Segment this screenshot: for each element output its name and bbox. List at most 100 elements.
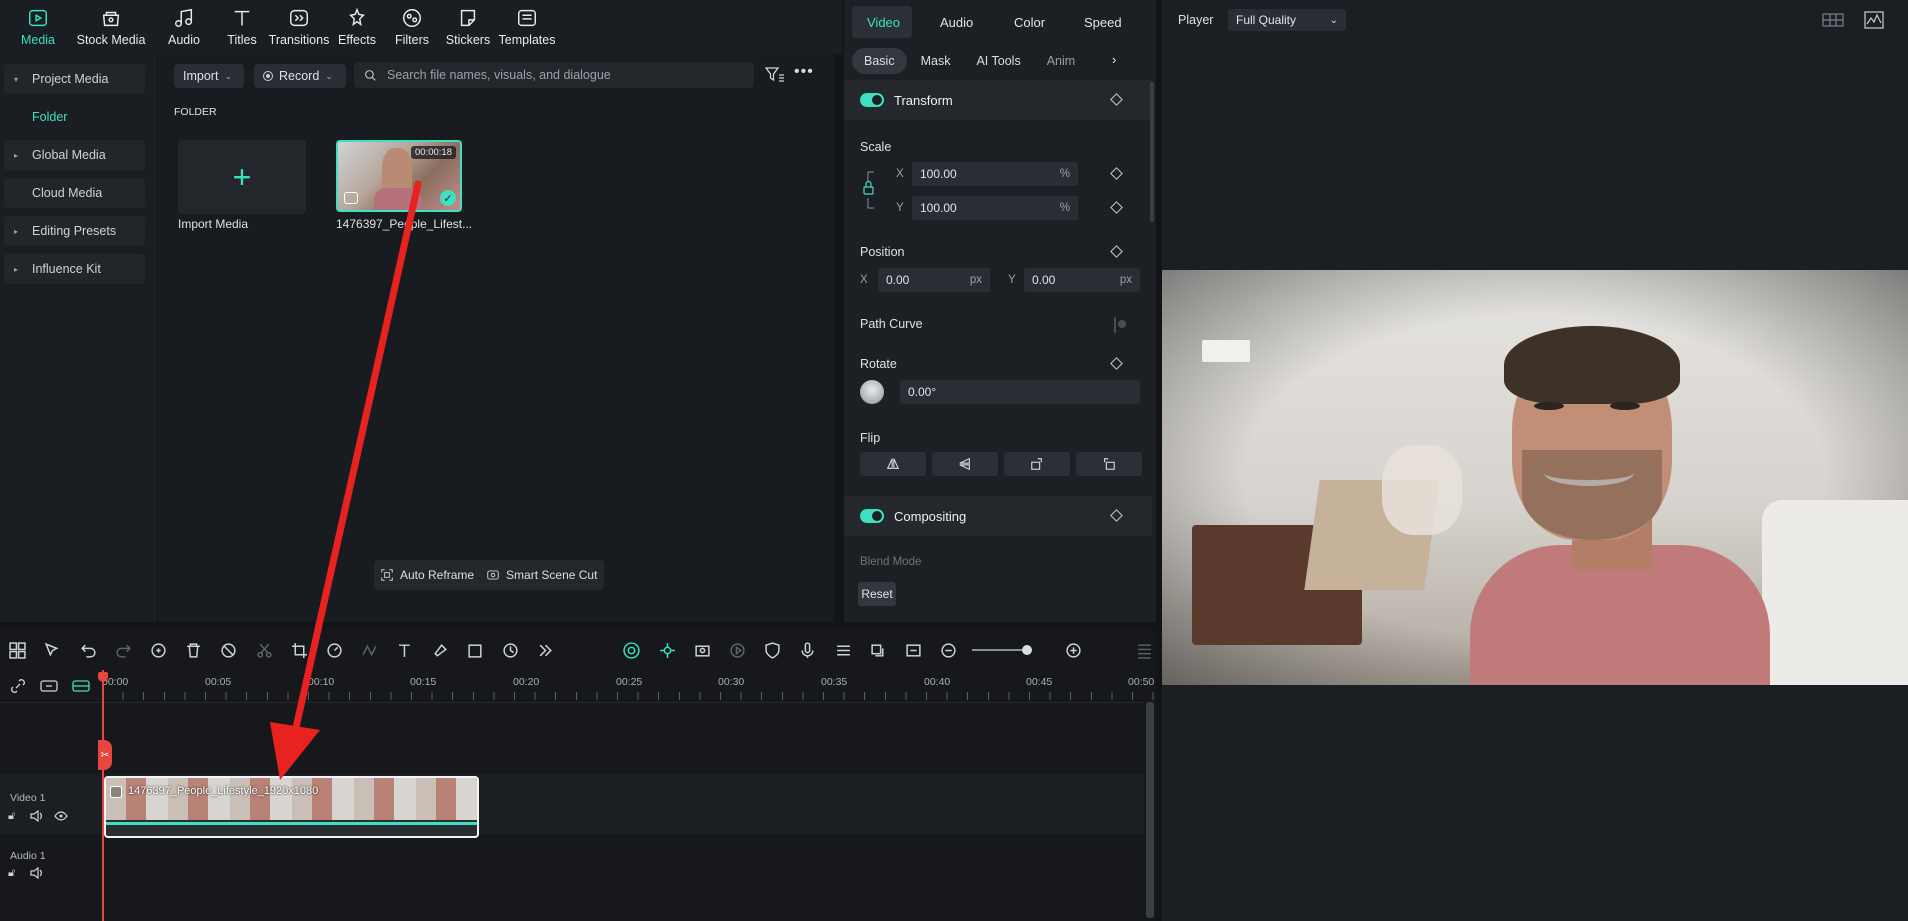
compositing-toggle[interactable] bbox=[860, 509, 884, 523]
fit-timeline-button[interactable] bbox=[902, 638, 925, 662]
tab-speed[interactable]: Speed bbox=[1084, 15, 1122, 30]
layout-button[interactable] bbox=[6, 638, 29, 662]
subtab-mask[interactable]: Mask bbox=[909, 48, 963, 74]
record-voiceover-button[interactable] bbox=[796, 638, 819, 662]
render-preview-button[interactable] bbox=[691, 638, 714, 662]
subtab-ai-tools[interactable]: AI Tools bbox=[964, 48, 1032, 74]
play-preview-button[interactable] bbox=[726, 638, 749, 662]
sidebar-item-cloud-media[interactable]: Cloud Media bbox=[4, 178, 145, 208]
flip-vertical-button[interactable] bbox=[932, 452, 998, 476]
timeline-view-options-button[interactable] bbox=[1133, 638, 1156, 662]
reset-button[interactable]: Reset bbox=[858, 582, 896, 606]
rotate-right-button[interactable] bbox=[1004, 452, 1070, 476]
compositing-section-header[interactable]: Compositing bbox=[844, 496, 1152, 536]
rotate-left-button[interactable] bbox=[1076, 452, 1142, 476]
sidebar-item-editing-presets[interactable]: ▸ Editing Presets bbox=[4, 216, 145, 246]
tool-transitions[interactable]: Transitions bbox=[268, 0, 330, 54]
tab-video[interactable]: Video bbox=[867, 15, 900, 30]
tool-stock-media[interactable]: Stock Media bbox=[70, 0, 152, 54]
zoom-slider[interactable] bbox=[972, 645, 1033, 655]
keyframe-diamond-icon[interactable] bbox=[1110, 245, 1123, 258]
tool-stickers[interactable]: Stickers bbox=[440, 0, 496, 54]
tab-color[interactable]: Color bbox=[1014, 15, 1045, 30]
keyframe-diamond-icon[interactable] bbox=[1110, 167, 1123, 180]
import-dropdown[interactable]: Import ⌄ bbox=[174, 64, 244, 88]
tool-filters[interactable]: Filters bbox=[384, 0, 440, 54]
scale-y-field[interactable]: 100.00 % bbox=[912, 196, 1078, 220]
tool-media[interactable]: Media bbox=[6, 0, 70, 54]
subtab-basic[interactable]: Basic bbox=[852, 48, 907, 74]
transform-toggle[interactable] bbox=[860, 93, 884, 107]
tool-effects[interactable]: Effects bbox=[330, 0, 384, 54]
tab-audio[interactable]: Audio bbox=[940, 15, 973, 30]
playhead-scissors-icon[interactable]: ✂ bbox=[98, 740, 112, 770]
zoom-out-button[interactable] bbox=[937, 638, 960, 662]
redo-button[interactable] bbox=[112, 638, 135, 662]
scale-x-field[interactable]: 100.00 % bbox=[912, 162, 1078, 186]
scope-icon[interactable] bbox=[1864, 11, 1884, 29]
ai-avatar-button[interactable] bbox=[620, 638, 643, 662]
crop-button[interactable] bbox=[288, 638, 311, 662]
delete-button[interactable] bbox=[182, 638, 205, 662]
more-options-icon[interactable]: ••• bbox=[794, 63, 814, 81]
grid-view-icon[interactable] bbox=[1822, 12, 1844, 28]
zoom-slider-handle[interactable] bbox=[1022, 645, 1033, 655]
audio-stretch-button[interactable] bbox=[358, 638, 381, 662]
speed-button[interactable] bbox=[323, 638, 346, 662]
tool-audio[interactable]: Audio bbox=[152, 0, 216, 54]
ai-color-button[interactable] bbox=[429, 638, 452, 662]
tool-titles[interactable]: Titles bbox=[216, 0, 268, 54]
link-icon[interactable] bbox=[10, 678, 26, 694]
rotate-field[interactable]: 0.00° bbox=[900, 380, 1140, 404]
tool-templates[interactable]: Templates bbox=[496, 0, 558, 54]
speaker-icon[interactable] bbox=[30, 810, 44, 822]
keyframe-diamond-icon[interactable] bbox=[1110, 201, 1123, 214]
playhead-handle[interactable] bbox=[98, 672, 108, 682]
undo-button[interactable] bbox=[76, 638, 99, 662]
flip-horizontal-button[interactable] bbox=[860, 452, 926, 476]
zoom-in-button[interactable] bbox=[1062, 638, 1085, 662]
replace-button[interactable] bbox=[867, 638, 890, 662]
record-dropdown[interactable]: Record ⌄ bbox=[254, 64, 346, 88]
sidebar-item-folder[interactable]: Folder bbox=[4, 102, 145, 132]
filter-sort-icon[interactable] bbox=[765, 66, 785, 84]
more-tools-button[interactable] bbox=[534, 638, 557, 662]
auto-reframe-button[interactable]: Auto Reframe bbox=[380, 568, 474, 582]
transform-section-header[interactable]: Transform bbox=[844, 80, 1152, 120]
split-button[interactable] bbox=[253, 638, 276, 662]
sidebar-item-influence-kit[interactable]: ▸ Influence Kit bbox=[4, 254, 145, 284]
subtab-animation[interactable]: Anim bbox=[1035, 48, 1075, 74]
text-button[interactable] bbox=[393, 638, 416, 662]
timeline-scrollbar[interactable] bbox=[1146, 702, 1154, 918]
props-scrollbar[interactable] bbox=[1150, 82, 1154, 222]
snap-button[interactable] bbox=[655, 638, 678, 662]
sidebar-item-global-media[interactable]: ▸ Global Media bbox=[4, 140, 145, 170]
path-curve-toggle[interactable] bbox=[1114, 317, 1116, 333]
playhead-line[interactable] bbox=[102, 670, 104, 921]
lock-icon[interactable]: 🔓︎ bbox=[8, 867, 15, 880]
media-clip-thumbnail[interactable]: 00:00:18 ✓ bbox=[336, 140, 462, 212]
select-tool-button[interactable] bbox=[41, 638, 64, 662]
video-preview[interactable] bbox=[1162, 270, 1908, 685]
chevron-right-icon[interactable]: › bbox=[1112, 52, 1116, 67]
sidebar-item-project-media[interactable]: ▾ Project Media bbox=[4, 64, 145, 94]
media-search-input[interactable]: Search file names, visuals, and dialogue bbox=[354, 62, 754, 88]
rotate-dial[interactable] bbox=[860, 380, 884, 404]
mask-button[interactable] bbox=[464, 638, 487, 662]
lock-ratio-icon[interactable] bbox=[862, 168, 878, 212]
speaker-icon[interactable] bbox=[30, 867, 44, 879]
timeline-video-clip[interactable]: 1476397_People_Lifestyle_1920x1080 bbox=[104, 776, 479, 838]
timeline-ruler[interactable]: 00:00 00:05 00:10 00:15 00:20 00:25 00:3… bbox=[102, 670, 1156, 700]
audio-mixer-button[interactable] bbox=[832, 638, 855, 662]
position-y-field[interactable]: 0.00 px bbox=[1024, 268, 1140, 292]
lock-icon[interactable]: 🔓︎ bbox=[8, 810, 15, 823]
position-x-field[interactable]: 0.00 px bbox=[878, 268, 990, 292]
marker-button[interactable] bbox=[761, 638, 784, 662]
eye-icon[interactable] bbox=[54, 811, 68, 821]
keyframe-diamond-icon[interactable] bbox=[1110, 357, 1123, 370]
add-track-icon[interactable] bbox=[40, 678, 58, 694]
keyframe-button[interactable] bbox=[499, 638, 522, 662]
ai-edit-button[interactable] bbox=[147, 638, 170, 662]
smart-scene-cut-button[interactable]: Smart Scene Cut bbox=[486, 568, 597, 582]
track-manager-icon[interactable] bbox=[72, 678, 90, 694]
